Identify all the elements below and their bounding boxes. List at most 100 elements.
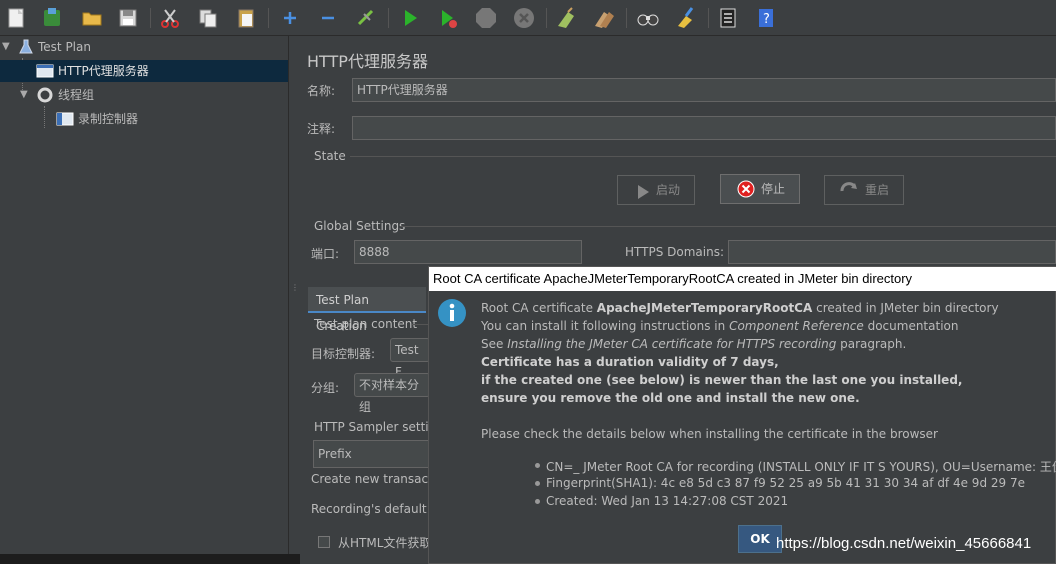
toolbar-separator (546, 8, 547, 28)
taskbar-strip (0, 554, 300, 564)
dialog-text-italic: Installing the JMeter CA certificate for… (507, 337, 837, 351)
dialog-line-7: Please check the details below when inst… (481, 427, 938, 441)
comment-field[interactable] (352, 116, 1056, 140)
dialog-text: documentation (863, 319, 959, 333)
restart-button[interactable]: 重启 (824, 175, 904, 205)
toolbar-separator (268, 8, 269, 28)
open-folder-icon[interactable] (80, 6, 104, 30)
search-icon[interactable] (636, 6, 660, 30)
port-field[interactable]: 8888 (354, 240, 582, 264)
expand-arrow-icon[interactable]: ▼ (2, 36, 10, 58)
restart-button-label: 重启 (865, 183, 890, 197)
stop-button-label: 停止 (761, 182, 786, 196)
toolbar-separator (708, 8, 709, 28)
tree-item-thread-group[interactable]: ▼ 线程组 (0, 84, 288, 106)
toolbar: ? (0, 0, 1056, 36)
start-button[interactable]: 启动 (617, 175, 695, 205)
panel-splitter[interactable]: ⋮ (288, 36, 299, 564)
cert-detail-fingerprint: Fingerprint(SHA1): 4c e8 5d c3 87 f9 52 … (546, 476, 1025, 490)
page-title: HTTP代理服务器 (307, 52, 428, 71)
dialog-text-bold: ensure you remove the old one and instal… (481, 391, 860, 405)
tree-item-label: HTTP代理服务器 (58, 64, 149, 78)
watermark: https://blog.csdn.net/weixin_45666841 (776, 535, 1032, 552)
new-file-icon[interactable] (4, 6, 28, 30)
html-checkbox[interactable] (318, 536, 330, 548)
clear-all-icon[interactable] (592, 6, 616, 30)
name-field[interactable]: HTTP代理服务器 (352, 78, 1056, 102)
templates-icon[interactable] (40, 6, 64, 30)
flask-icon (18, 39, 34, 62)
https-domains-field[interactable] (728, 240, 1056, 264)
svg-text:?: ? (763, 12, 770, 27)
port-label: 端口: (311, 247, 340, 261)
collapse-icon[interactable] (316, 6, 340, 30)
paste-icon[interactable] (234, 6, 258, 30)
state-section-title: State (314, 149, 346, 163)
target-controller-select[interactable]: Test F (390, 338, 430, 379)
dialog-text-bold: ApacheJMeterTemporaryRootCA (596, 301, 813, 315)
start-icon[interactable] (398, 6, 422, 30)
tree-item-label: 录制控制器 (78, 112, 139, 126)
section-divider (412, 324, 428, 325)
tree-item-label: Test Plan (38, 40, 91, 54)
grouping-label: 分组: (311, 381, 340, 395)
play-icon (636, 182, 650, 210)
dialog-text: paragraph. (836, 337, 907, 351)
tree-item-http-proxy[interactable]: HTTP代理服务器 (0, 60, 288, 82)
dialog-text-bold: Certificate has a duration validity of 7… (481, 355, 779, 369)
test-plan-content-title: Test plan content (314, 317, 418, 331)
bullet-icon (535, 499, 540, 504)
root-ca-dialog: Root CA certificate ApacheJMeterTemporar… (428, 266, 1056, 564)
reset-search-icon[interactable] (674, 6, 698, 30)
cert-detail-created: Created: Wed Jan 13 14:27:08 CST 2021 (546, 494, 789, 508)
toolbar-separator (150, 8, 151, 28)
proxy-icon (36, 63, 54, 86)
toolbar-separator (388, 8, 389, 28)
info-icon (437, 298, 467, 331)
section-divider (350, 156, 1056, 157)
copy-icon[interactable] (196, 6, 220, 30)
bullet-icon (535, 481, 540, 486)
shutdown-icon[interactable] (512, 6, 536, 30)
prefix-select[interactable]: Prefix (313, 440, 430, 468)
grouping-select[interactable]: 不对样本分组 (354, 373, 430, 414)
dialog-line-4: Certificate has a duration validity of 7… (481, 355, 779, 369)
bullet-icon (535, 463, 540, 468)
target-controller-label: 目标控制器: (311, 347, 376, 361)
stop-button[interactable]: 停止 (720, 174, 800, 204)
dialog-title: Root CA certificate ApacheJMeterTemporar… (429, 267, 1056, 291)
tree-item-recording-controller[interactable]: 录制控制器 (0, 108, 288, 130)
recording-default-label: Recording's default e (311, 502, 438, 516)
tree-item-test-plan[interactable]: ▼ Test Plan (0, 36, 288, 58)
dialog-text: created in JMeter bin directory (812, 301, 999, 315)
html-checkbox-label: 从HTML文件获取 (338, 536, 432, 550)
help-icon[interactable]: ? (754, 6, 778, 30)
dialog-line-5: if the created one (see below) is newer … (481, 373, 962, 387)
test-plan-tree: ▼ Test Plan HTTP代理服务器 ▼ 线程组 录制控制器 (0, 36, 288, 564)
tree-item-label: 线程组 (58, 88, 95, 102)
dialog-line-2: You can install it following instruction… (481, 319, 958, 333)
function-helper-icon[interactable] (716, 6, 740, 30)
clear-icon[interactable] (554, 6, 578, 30)
dialog-line-1: Root CA certificate ApacheJMeterTemporar… (481, 301, 999, 315)
stop-icon[interactable] (474, 6, 498, 30)
https-domains-label: HTTPS Domains: (625, 245, 724, 259)
toggle-icon[interactable] (354, 6, 378, 30)
stop-circle-icon (737, 180, 755, 208)
dialog-text: See (481, 337, 508, 351)
save-icon[interactable] (116, 6, 140, 30)
cut-icon[interactable] (158, 6, 182, 30)
create-transaction-label: Create new transactio (311, 472, 444, 486)
dialog-line-3: See Installing the JMeter CA certificate… (481, 337, 906, 351)
cert-detail-cn: CN=_ JMeter Root CA for recording (INSTA… (546, 460, 1056, 474)
dialog-text-bold: if the created one (see below) is newer … (481, 373, 963, 387)
expand-arrow-icon[interactable]: ▼ (20, 84, 28, 106)
start-no-pause-icon[interactable] (436, 6, 460, 30)
comment-label: 注释: (307, 122, 336, 136)
toolbar-separator (626, 8, 627, 28)
http-sampler-settings-title: HTTP Sampler settin (314, 420, 437, 434)
expand-icon[interactable] (278, 6, 302, 30)
tab-test-plan-creation[interactable]: Test Plan Creation (308, 287, 426, 333)
dialog-line-6: ensure you remove the old one and instal… (481, 391, 860, 405)
name-label: 名称: (307, 84, 336, 98)
